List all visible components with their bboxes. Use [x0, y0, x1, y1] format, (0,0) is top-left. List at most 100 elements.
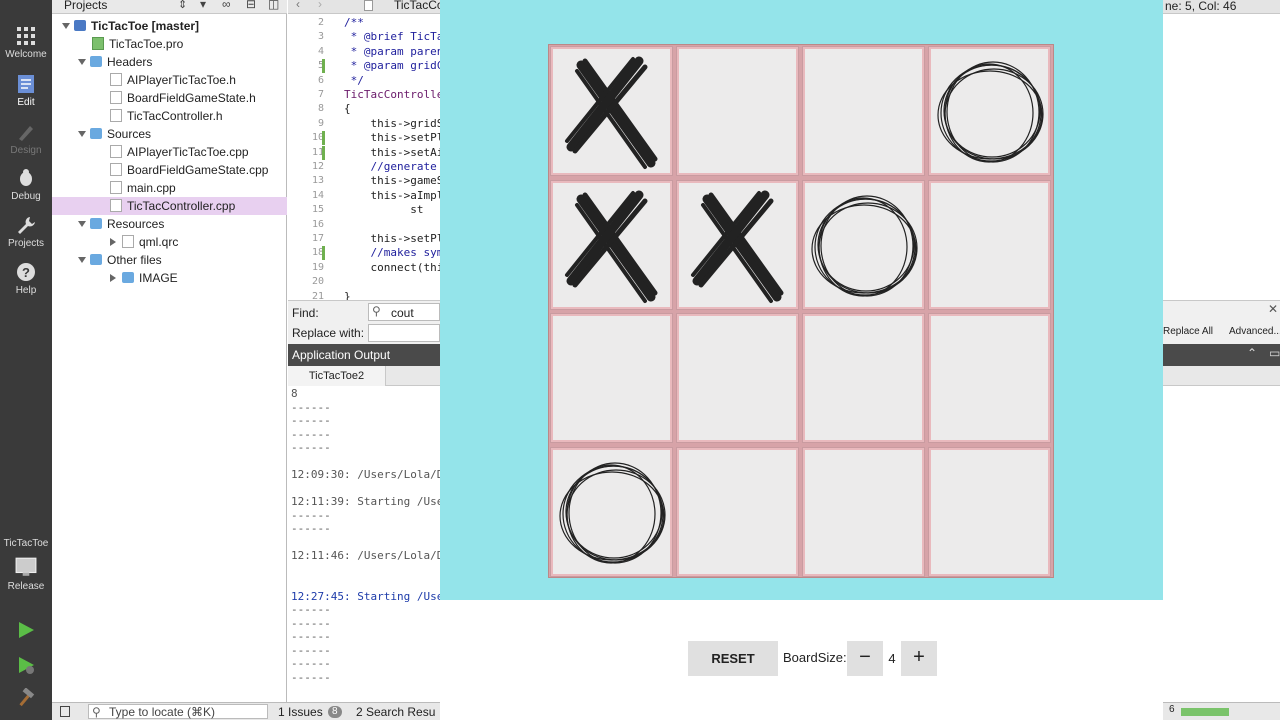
output-line: ------: [291, 508, 331, 522]
board-cell[interactable]: [677, 314, 798, 442]
sync-arrows-icon[interactable]: ⇕: [178, 0, 187, 11]
issues-tab[interactable]: 1 Issues: [278, 703, 323, 721]
run-button[interactable]: [0, 620, 52, 643]
mode-edit[interactable]: Edit: [0, 74, 52, 108]
collapse-arrow-icon[interactable]: [110, 274, 116, 282]
maximize-icon[interactable]: ▭: [1269, 346, 1280, 360]
mode-debug[interactable]: Debug: [0, 168, 52, 202]
code-editor[interactable]: 2 /** 3 * @brief TicTa 4 * @param paren 5 * …: [288, 0, 440, 300]
monitor-icon: [15, 557, 37, 576]
tree-item[interactable]: Headers: [52, 53, 287, 71]
board-cell[interactable]: [929, 47, 1050, 175]
board-cell[interactable]: [929, 314, 1050, 442]
code-line: this->gridS: [344, 116, 440, 130]
forward-icon[interactable]: ›: [318, 0, 322, 11]
board-cell[interactable]: [803, 180, 924, 309]
board-cell[interactable]: [677, 180, 798, 309]
output-line: ------: [291, 670, 331, 684]
close-find-icon[interactable]: ✕: [1268, 302, 1278, 316]
locate-input[interactable]: ⚲ Type to locate (⌘K): [88, 704, 268, 719]
board-cell[interactable]: [551, 47, 672, 175]
expand-arrow-icon[interactable]: [78, 131, 86, 137]
folder-icon: [122, 272, 134, 283]
tree-item-label: TicTacController.h: [127, 109, 223, 123]
mode-projects[interactable]: Projects: [0, 215, 52, 249]
expand-arrow-icon[interactable]: [78, 257, 86, 263]
tree-item[interactable]: Resources: [52, 215, 287, 233]
tree-item[interactable]: main.cpp: [52, 179, 287, 197]
link-icon[interactable]: ∞: [222, 0, 231, 11]
collapse-arrow-icon[interactable]: [110, 238, 116, 246]
board-cell[interactable]: [803, 47, 924, 175]
progress-bar: [1181, 708, 1229, 716]
board-cell[interactable]: [551, 447, 672, 576]
increase-board-size-button[interactable]: +: [901, 641, 937, 676]
tree-item[interactable]: qml.qrc: [52, 233, 287, 251]
code-line: /**: [344, 16, 364, 29]
tree-item[interactable]: BoardFieldGameState.cpp: [52, 161, 287, 179]
board-cell[interactable]: [551, 314, 672, 442]
tree-item[interactable]: TicTacToe.pro: [52, 35, 287, 53]
mode-help[interactable]: ? Help: [0, 262, 52, 296]
tree-item[interactable]: IMAGE: [52, 269, 287, 287]
output-line: 12:11:39: Starting /Users: [291, 495, 440, 508]
board-cell[interactable]: [677, 447, 798, 576]
code-line: {: [344, 102, 351, 116]
expand-arrow-icon[interactable]: [78, 59, 86, 65]
tree-item-label: Headers: [107, 55, 153, 69]
tree-item[interactable]: AIPlayerTicTacToe.cpp: [52, 143, 287, 161]
collapse-icon[interactable]: ⌃: [1247, 346, 1257, 360]
output-line: 12:11:46: /Users/Lola/Doc: [291, 549, 440, 562]
decrease-board-size-button[interactable]: −: [847, 641, 883, 676]
find-input[interactable]: ⚲ cout: [368, 303, 440, 321]
editor-tab-name[interactable]: TicTacCo: [394, 0, 444, 12]
output-tabs: TicTacToe2: [288, 366, 440, 386]
tree-item[interactable]: TicTacToe [master]: [52, 17, 287, 35]
split-icon[interactable]: ⊟: [246, 0, 256, 11]
board-size-value[interactable]: 4: [883, 641, 901, 676]
reset-button[interactable]: RESET: [688, 641, 778, 676]
advanced-button[interactable]: Advanced...: [1229, 326, 1280, 337]
tree-item[interactable]: AIPlayerTicTacToe.h: [52, 71, 287, 89]
search-results-tab[interactable]: 2 Search Resu: [356, 703, 435, 721]
board-cell[interactable]: [803, 447, 924, 576]
expand-arrow-icon[interactable]: [78, 221, 86, 227]
tree-item[interactable]: TicTacController.cpp: [52, 197, 287, 215]
file-icon: [110, 181, 122, 194]
change-marker: [322, 246, 325, 261]
change-marker: [322, 145, 325, 160]
build-target-selector[interactable]: Release: [0, 556, 52, 592]
board-cell[interactable]: [929, 180, 1050, 309]
close-sidebar-icon[interactable]: ◫: [268, 0, 279, 11]
mode-design[interactable]: Design: [0, 122, 52, 156]
build-button[interactable]: [0, 688, 52, 711]
mode-welcome[interactable]: Welcome: [0, 26, 52, 60]
line-number: 17: [311, 233, 324, 244]
board-cell[interactable]: [677, 47, 798, 175]
board-cell[interactable]: [929, 447, 1050, 576]
tree-item-label: Other files: [107, 253, 162, 267]
debug-run-button[interactable]: [0, 655, 52, 678]
file-icon: [110, 145, 122, 158]
filter-icon[interactable]: ▾: [200, 0, 206, 11]
tree-item-label: main.cpp: [127, 181, 176, 195]
output-tab[interactable]: TicTacToe2: [288, 366, 386, 386]
replace-all-button[interactable]: Replace All: [1163, 326, 1213, 337]
output-line: 12:27:45: Starting /Users: [291, 589, 440, 603]
toggle-sidebar-icon[interactable]: [60, 706, 70, 717]
tree-item-label: Sources: [107, 127, 152, 141]
tree-item[interactable]: Sources: [52, 125, 287, 143]
tree-item[interactable]: Other files: [52, 251, 287, 269]
search-icon: ⚲: [372, 304, 381, 318]
locate-placeholder: Type to locate (⌘K): [109, 705, 216, 719]
build-config-label: Release: [7, 581, 45, 592]
board-cell[interactable]: [551, 180, 672, 309]
expand-arrow-icon[interactable]: [62, 23, 70, 29]
output-line: 12:09:30: /Users/Lola/Doc: [291, 468, 440, 481]
tree-item[interactable]: BoardFieldGameState.h: [52, 89, 287, 107]
replace-input[interactable]: [368, 324, 440, 342]
back-icon[interactable]: ‹: [296, 0, 300, 11]
code-line: * @brief TicTa: [344, 30, 440, 44]
tree-item[interactable]: TicTacController.h: [52, 107, 287, 125]
board-cell[interactable]: [803, 314, 924, 442]
